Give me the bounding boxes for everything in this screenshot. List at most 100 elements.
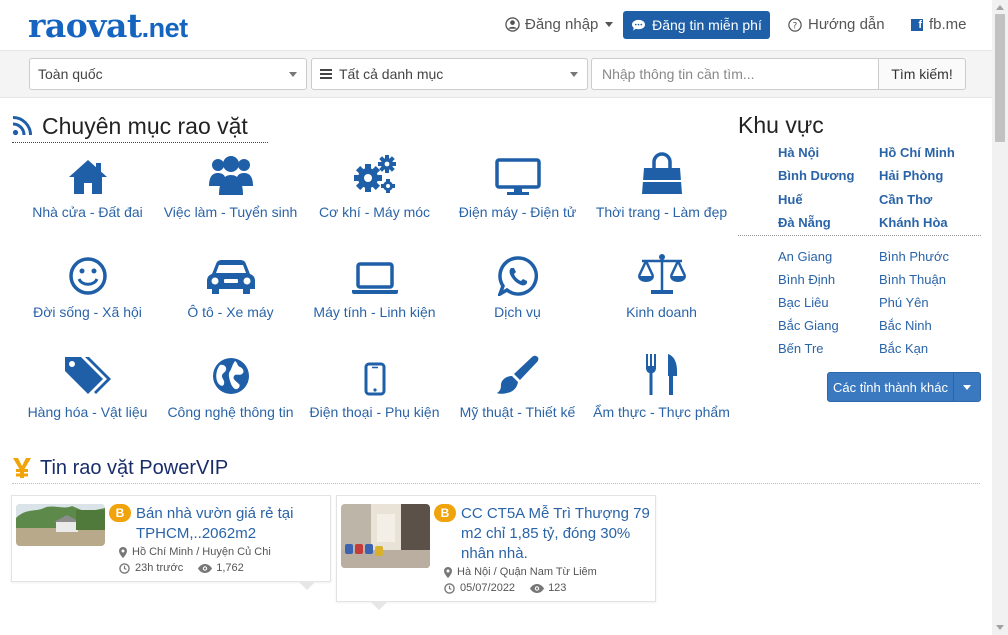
help-label: Hướng dẫn [808,16,885,33]
facebook-link[interactable]: f fb.me [911,16,967,33]
region-link[interactable]: Bắc Kạn [879,341,928,356]
categories-title: Chuyên mục rao vặt [42,112,248,139]
listing-location: Hồ Chí Minh / Huyện Củ Chi [119,546,271,558]
region-select[interactable]: Toàn quốc [29,58,307,90]
car-icon [206,260,255,294]
category-jobs[interactable]: Việc làm - Tuyển sinh [158,150,303,220]
gears-icon [353,155,396,193]
region-heading: Khu vực [738,112,824,138]
yen-icon [13,458,31,478]
other-provinces-button[interactable]: Các tỉnh thành khác [827,372,981,402]
list-icon [320,69,332,79]
category-goods[interactable]: Hàng hóa - Vật liệu [15,350,160,420]
region-link[interactable]: Đà Nẵng [778,215,831,230]
region-select-value: Toàn quốc [38,66,103,82]
globe-icon [212,358,249,394]
listing-card[interactable]: B Bán nhà vườn giá rẻ tại TPHCM,..2062m2… [11,495,331,590]
vip-heading: Tin rao vặt PowerVIP [12,453,980,484]
category-real-estate[interactable]: Nhà cửa - Đất đai [15,150,160,220]
site-logo[interactable]: raovat.net [28,6,188,45]
region-link[interactable]: Bình Phước [879,249,949,264]
map-marker-icon [119,546,127,558]
search-button[interactable]: Tìm kiếm! [878,58,966,90]
search-input[interactable] [591,58,878,90]
category-computers[interactable]: Máy tính - Linh kiện [302,250,447,320]
category-it[interactable]: Công nghệ thông tin [158,350,303,420]
region-link[interactable]: Khánh Hòa [879,215,948,230]
login-label: Đăng nhập [525,16,599,33]
category-phones[interactable]: Điện thoại - Phụ kiện [302,350,447,420]
region-link[interactable]: Bến Tre [778,341,824,356]
post-free-ad-button[interactable]: Đăng tin miễn phí [623,11,770,39]
region-link[interactable]: Bình Dương [778,168,854,183]
search-bar: Toàn quốc Tất cả danh mục Tìm kiếm! [0,50,992,98]
user-circle-icon [505,17,520,32]
facebook-label: fb.me [929,16,967,33]
question-circle-icon: ? [788,17,802,32]
laptop-icon [351,262,398,294]
dropdown-arrow-icon [570,72,578,77]
other-provinces-label: Các tỉnh thành khác [833,379,948,395]
region-link[interactable]: Hà Nội [778,145,819,160]
listing-badge: B [109,504,131,522]
login-link[interactable]: Đăng nhập [505,16,614,33]
region-link[interactable]: Huế [778,192,803,207]
listing-badge: B [434,504,456,522]
category-lifestyle[interactable]: Đời sống - Xã hội [15,250,160,320]
scrollbar-thumb[interactable] [995,14,1005,142]
listing-card[interactable]: B CC CT5A Mễ Trì Thượng 79 m2 chỉ 1,85 t… [336,495,656,610]
post-button-label: Đăng tin miễn phí [652,17,762,33]
people-icon [208,156,253,195]
region-link[interactable]: Hải Phòng [879,168,943,183]
eye-icon [198,563,213,573]
region-link[interactable]: Bình Định [778,272,835,287]
facebook-icon: f [911,18,923,31]
header: raovat.net Đăng nhập Đăng tin miễn phí ?… [0,0,992,50]
monitor-icon [494,158,541,195]
smiley-icon [68,257,107,295]
region-link[interactable]: Bình Thuận [879,272,946,287]
region-link[interactable]: Hồ Chí Minh [879,145,955,160]
region-divider [738,235,981,236]
listing-title[interactable]: CC CT5A Mễ Trì Thượng 79 m2 chỉ 1,85 tỷ,… [461,504,651,564]
region-link[interactable]: Bạc Liêu [778,295,829,310]
region-link[interactable]: An Giang [778,249,832,264]
rss-icon [12,116,32,136]
category-fashion[interactable]: Thời trang - Làm đẹp [589,150,734,220]
card-pointer [370,601,388,610]
clock-icon [119,562,130,574]
categories-heading: Chuyên mục rao vặt [12,110,268,143]
listing-stats: 23h trước 1,762 [119,562,244,574]
card-pointer [298,581,316,590]
region-link[interactable]: Phú Yên [879,295,929,310]
chat-bubble-icon [632,19,646,31]
help-link[interactable]: ? Hướng dẫn [788,16,885,33]
category-services[interactable]: Dịch vụ [445,250,590,320]
dropdown-toggle[interactable] [953,373,980,401]
shopping-bag-icon [641,152,682,194]
category-business[interactable]: Kinh doanh [589,250,734,320]
category-electronics[interactable]: Điện máy - Điện tử [445,150,590,220]
listing-location: Hà Nội / Quận Nam Từ Liêm [444,566,597,578]
category-food[interactable]: Ẩm thực - Thực phẩm [589,350,734,420]
category-select[interactable]: Tất cả danh mục [311,58,588,90]
category-machinery[interactable]: Cơ khí - Máy móc [302,150,447,220]
listing-thumbnail[interactable] [16,504,105,546]
scroll-down-arrow-icon[interactable] [996,625,1004,630]
whatsapp-icon [497,256,538,296]
listing-thumbnail[interactable] [341,504,430,568]
listing-title[interactable]: Bán nhà vườn giá rẻ tại TPHCM,..2062m2 [136,504,326,544]
vertical-scrollbar[interactable] [992,0,1008,635]
region-link[interactable]: Bắc Giang [778,318,839,333]
vip-title: Tin rao vặt PowerVIP [40,456,229,479]
house-icon [68,160,107,194]
region-link[interactable]: Cần Thơ [879,192,932,207]
category-vehicles[interactable]: Ô tô - Xe máy [158,250,303,320]
category-arts[interactable]: Mỹ thuật - Thiết kế [445,350,590,420]
region-link[interactable]: Bắc Ninh [879,318,932,333]
scroll-up-arrow-icon[interactable] [996,5,1004,10]
map-marker-icon [444,566,452,578]
listing-stats: 05/07/2022 123 [444,582,566,594]
cutlery-icon [645,354,677,395]
category-select-value: Tất cả danh mục [339,66,444,82]
